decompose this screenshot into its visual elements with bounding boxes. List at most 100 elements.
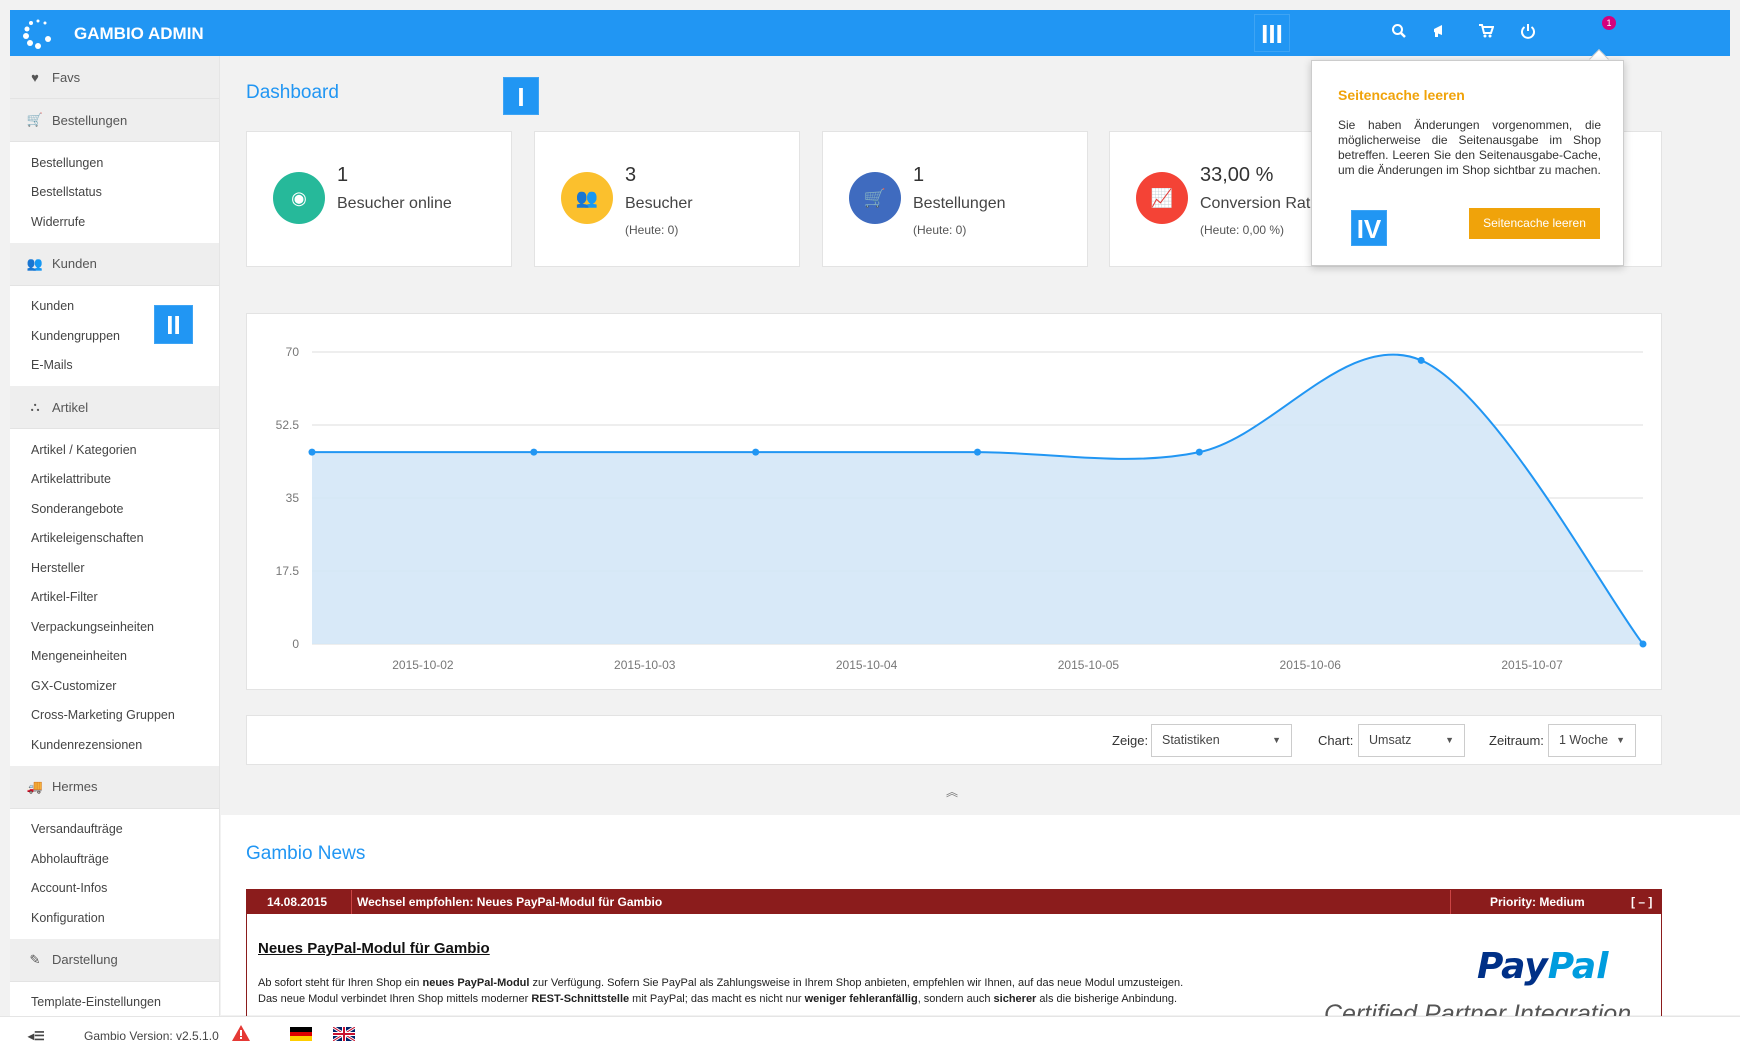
sidebar-item-artikelattribute[interactable]: Artikelattribute bbox=[10, 465, 219, 495]
app-brand[interactable]: GAMBIO ADMIN bbox=[74, 24, 204, 44]
sidebar-item-konfiguration[interactable]: Konfiguration bbox=[10, 903, 219, 933]
megaphone-icon[interactable] bbox=[1430, 22, 1452, 44]
sidebar-item-emails[interactable]: E-Mails bbox=[10, 351, 219, 381]
gambio-logo-icon[interactable] bbox=[22, 17, 54, 49]
sidebar-item-cross-marketing[interactable]: Cross-Marketing Gruppen bbox=[10, 701, 219, 731]
sidebar-item-bestellungen[interactable]: Bestellungen bbox=[10, 148, 219, 178]
news-heading: Neues PayPal-Modul für Gambio bbox=[258, 940, 490, 957]
stat-value: 3 bbox=[625, 164, 637, 186]
stat-sub: (Heute: 0,00 %) bbox=[1200, 223, 1285, 237]
x-tick-label: 2015-10-02 bbox=[392, 658, 454, 672]
stat-label: Bestellungen bbox=[913, 195, 1006, 212]
news-header-bar: 14.08.2015 Wechsel empfohlen: Neues PayP… bbox=[247, 890, 1661, 914]
sidebar-section-title: Kunden bbox=[52, 256, 97, 271]
clear-cache-button[interactable]: Seitencache leeren bbox=[1469, 208, 1600, 239]
notification-badge: 1 bbox=[1602, 16, 1616, 30]
sidebar-item-artikeleigenschaften[interactable]: Artikeleigenschaften bbox=[10, 524, 219, 554]
news-body: Ab sofort steht für Ihren Shop ein neues… bbox=[258, 977, 1184, 1005]
sidebar-item-widerrufe[interactable]: Widerrufe bbox=[10, 207, 219, 237]
truck-icon: 🚚 bbox=[26, 778, 44, 794]
warning-icon[interactable] bbox=[232, 1025, 250, 1044]
sidebar-item-abholauftraege[interactable]: Abholaufträge bbox=[10, 844, 219, 874]
sidebar-section-title: Artikel bbox=[52, 399, 89, 415]
show-select[interactable]: Statistiken ▼ bbox=[1151, 724, 1292, 757]
german-flag-icon[interactable] bbox=[290, 1027, 312, 1044]
sidebar-section-darstellung[interactable]: ✎ Darstellung bbox=[10, 938, 219, 982]
cart-icon[interactable] bbox=[1475, 22, 1497, 44]
sidebar-item-bestellstatus[interactable]: Bestellstatus bbox=[10, 178, 219, 208]
news-priority: Priority: Medium bbox=[1490, 895, 1585, 909]
sidebar-item-mengeneinheiten[interactable]: Mengeneinheiten bbox=[10, 642, 219, 672]
popover-body: Sie haben Änderungen vorgenommen, die mö… bbox=[1338, 118, 1601, 177]
news-toggle[interactable]: [ – ] bbox=[1631, 895, 1652, 909]
data-point bbox=[1417, 356, 1425, 364]
sidebar-section-artikel[interactable]: ⛬ Artikel bbox=[10, 386, 219, 429]
data-point bbox=[1195, 448, 1203, 456]
sidebar-item-account-infos[interactable]: Account-Infos bbox=[10, 874, 219, 904]
sidebar-item-hersteller[interactable]: Hersteller bbox=[10, 553, 219, 583]
news-date: 14.08.2015 bbox=[267, 895, 328, 909]
stat-card-orders[interactable]: 🛒 1 Bestellungen (Heute: 0) bbox=[822, 131, 1088, 267]
y-tick-label: 35 bbox=[286, 491, 300, 505]
stat-card-visitors[interactable]: 👥 3 Besucher (Heute: 0) bbox=[534, 131, 800, 267]
x-tick-label: 2015-10-03 bbox=[614, 658, 676, 672]
data-point bbox=[752, 448, 760, 456]
collapse-chevrons-icon[interactable]: ︽ bbox=[946, 783, 958, 800]
users-icon: 👥 bbox=[26, 255, 44, 271]
stat-label: Besucher bbox=[625, 195, 693, 212]
sidebar-item-artikel-filter[interactable]: Artikel-Filter bbox=[10, 583, 219, 613]
sidebar-toggle-icon[interactable]: ◂☰ bbox=[28, 1029, 45, 1043]
sidebar-section-hermes[interactable]: 🚚 Hermes bbox=[10, 765, 219, 809]
chart-select-value: Umsatz bbox=[1369, 733, 1412, 747]
chevron-down-icon: ▼ bbox=[1616, 735, 1625, 745]
marker-one: I bbox=[503, 77, 539, 115]
stat-value: 1 bbox=[913, 164, 925, 186]
sidebar-item-gx-customizer[interactable]: GX-Customizer bbox=[10, 671, 219, 701]
marker-four: IV bbox=[1351, 210, 1387, 246]
sidebar-section-kunden[interactable]: 👥 Kunden bbox=[10, 242, 219, 286]
sidebar-section-title: Darstellung bbox=[52, 952, 118, 967]
version-text: Gambio Version: v2.5.1.0 bbox=[84, 1029, 219, 1043]
statistics-chart: 70 52.5 35 17.5 0 2015-10-02 2015-10-03 2015-10… bbox=[276, 345, 1647, 672]
sitemap-icon: ⛬ bbox=[30, 399, 40, 414]
chevron-down-icon: ▼ bbox=[1272, 735, 1281, 745]
period-select-value: 1 Woche bbox=[1559, 733, 1609, 747]
sidebar-item-kundenrezensionen[interactable]: Kundenrezensionen bbox=[10, 730, 219, 760]
news-headline: Wechsel empfohlen: Neues PayPal-Modul fü… bbox=[357, 895, 663, 909]
chart-type-select[interactable]: Umsatz ▼ bbox=[1358, 724, 1465, 757]
uk-flag-icon[interactable] bbox=[332, 1025, 356, 1044]
stat-label: Besucher online bbox=[337, 195, 452, 212]
area-fill bbox=[312, 354, 1643, 644]
heart-icon: ♥ bbox=[31, 69, 39, 85]
sidebar-item-sonderangebote[interactable]: Sonderangebote bbox=[10, 494, 219, 524]
power-icon[interactable] bbox=[1517, 22, 1539, 44]
marker-two: II bbox=[154, 305, 193, 344]
data-point bbox=[1639, 640, 1647, 648]
stat-value: 33,00 % bbox=[1200, 164, 1274, 186]
show-label: Zeige: bbox=[1112, 733, 1149, 748]
data-point bbox=[530, 448, 538, 456]
data-point bbox=[974, 448, 981, 456]
sidebar-item-artikel-kategorien[interactable]: Artikel / Kategorien bbox=[10, 435, 219, 465]
chart-label: Chart: bbox=[1318, 733, 1354, 748]
sidebar-item-versandauftraege[interactable]: Versandaufträge bbox=[10, 815, 219, 845]
chart-filter-bar: Zeige: Statistiken ▼ Chart: Umsatz ▼ Zei… bbox=[246, 715, 1662, 765]
users-icon: 👥 bbox=[561, 172, 613, 224]
sidebar-item-verpackungseinheiten[interactable]: Verpackungseinheiten bbox=[10, 612, 219, 642]
magic-wand-icon: ✎ bbox=[29, 951, 41, 967]
footer: ◂☰ Gambio Version: v2.5.1.0 bbox=[0, 1016, 1740, 1051]
news-title: Gambio News bbox=[246, 843, 366, 864]
dashboard-gauge-icon: ◉ bbox=[273, 172, 325, 224]
sidebar-item-template-einstellungen[interactable]: Template-Einstellungen bbox=[10, 988, 219, 1018]
sidebar: ♥ Favs 🛒 Bestellungen Bestellungen Beste… bbox=[10, 56, 220, 1016]
data-point bbox=[308, 448, 316, 456]
stat-card-visitors-online[interactable]: ◉ 1 Besucher online bbox=[246, 131, 512, 267]
search-icon[interactable] bbox=[1388, 22, 1410, 44]
y-tick-label: 17.5 bbox=[276, 564, 300, 578]
period-select[interactable]: 1 Woche ▼ bbox=[1548, 724, 1636, 757]
sidebar-favs[interactable]: ♥ Favs bbox=[10, 56, 219, 99]
y-tick-label: 52.5 bbox=[276, 418, 300, 432]
page-title: Dashboard bbox=[246, 82, 339, 103]
stat-sub: (Heute: 0) bbox=[625, 223, 679, 237]
sidebar-section-bestellungen[interactable]: 🛒 Bestellungen bbox=[10, 99, 219, 142]
